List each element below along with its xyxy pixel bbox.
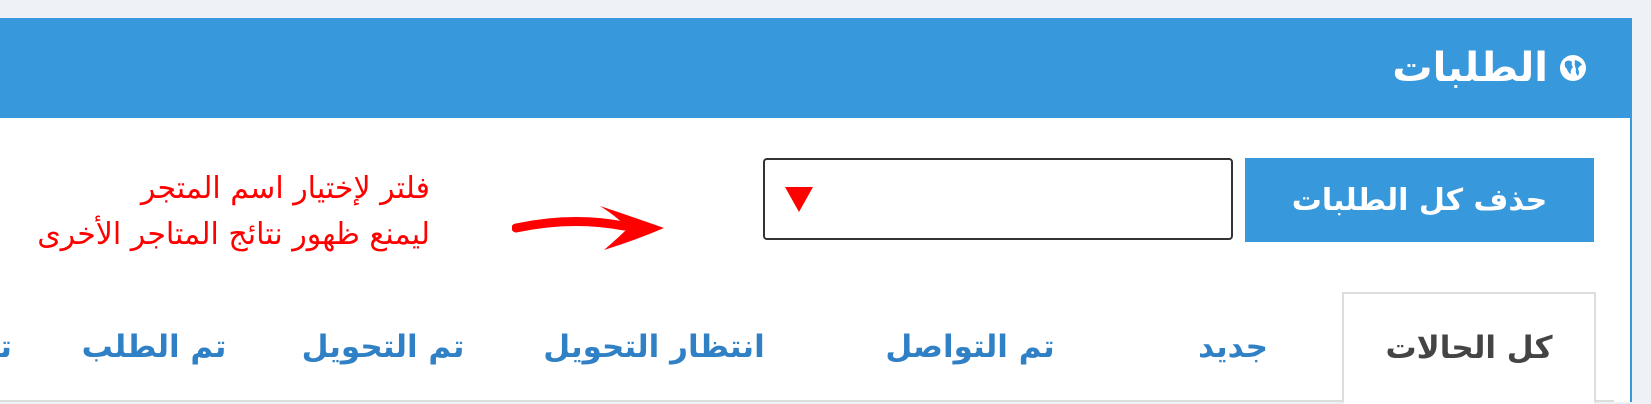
- page-title-text: الطلبات: [1392, 45, 1548, 91]
- tab-contacted[interactable]: تم التواصل: [850, 292, 1090, 402]
- orders-panel: الطلبات حذف كل الطلبات فلتر لإختيار اسم …: [0, 18, 1632, 404]
- globe-icon: [1560, 55, 1586, 81]
- panel-header: الطلبات: [0, 18, 1630, 118]
- red-arrow-icon: [512, 206, 664, 250]
- annotation-line-2: ليمنع ظهور نتائج المتاجر الأخرى: [37, 217, 430, 252]
- tab-awaiting-transfer[interactable]: انتظار التحويل: [514, 292, 794, 402]
- page-title: الطلبات: [1392, 42, 1588, 94]
- tab-all-statuses[interactable]: كل الحالات: [1342, 292, 1596, 404]
- filter-annotation: فلتر لإختيار اسم المتجر ليمنع ظهور نتائج…: [37, 166, 430, 258]
- delete-all-orders-button[interactable]: حذف كل الطلبات: [1245, 158, 1594, 242]
- store-filter-select[interactable]: [763, 158, 1233, 240]
- tab-partial[interactable]: تم: [0, 292, 36, 402]
- tab-transferred[interactable]: تم التحويل: [258, 292, 508, 402]
- annotation-line-1: فلتر لإختيار اسم المتجر: [140, 171, 430, 206]
- tab-ordered[interactable]: تم الطلب: [54, 292, 254, 402]
- status-tabs: كل الحالات جديد تم التواصل انتظار التحوي…: [0, 292, 1614, 404]
- tab-new[interactable]: جديد: [1158, 292, 1308, 402]
- dropdown-caret-icon[interactable]: [785, 187, 813, 212]
